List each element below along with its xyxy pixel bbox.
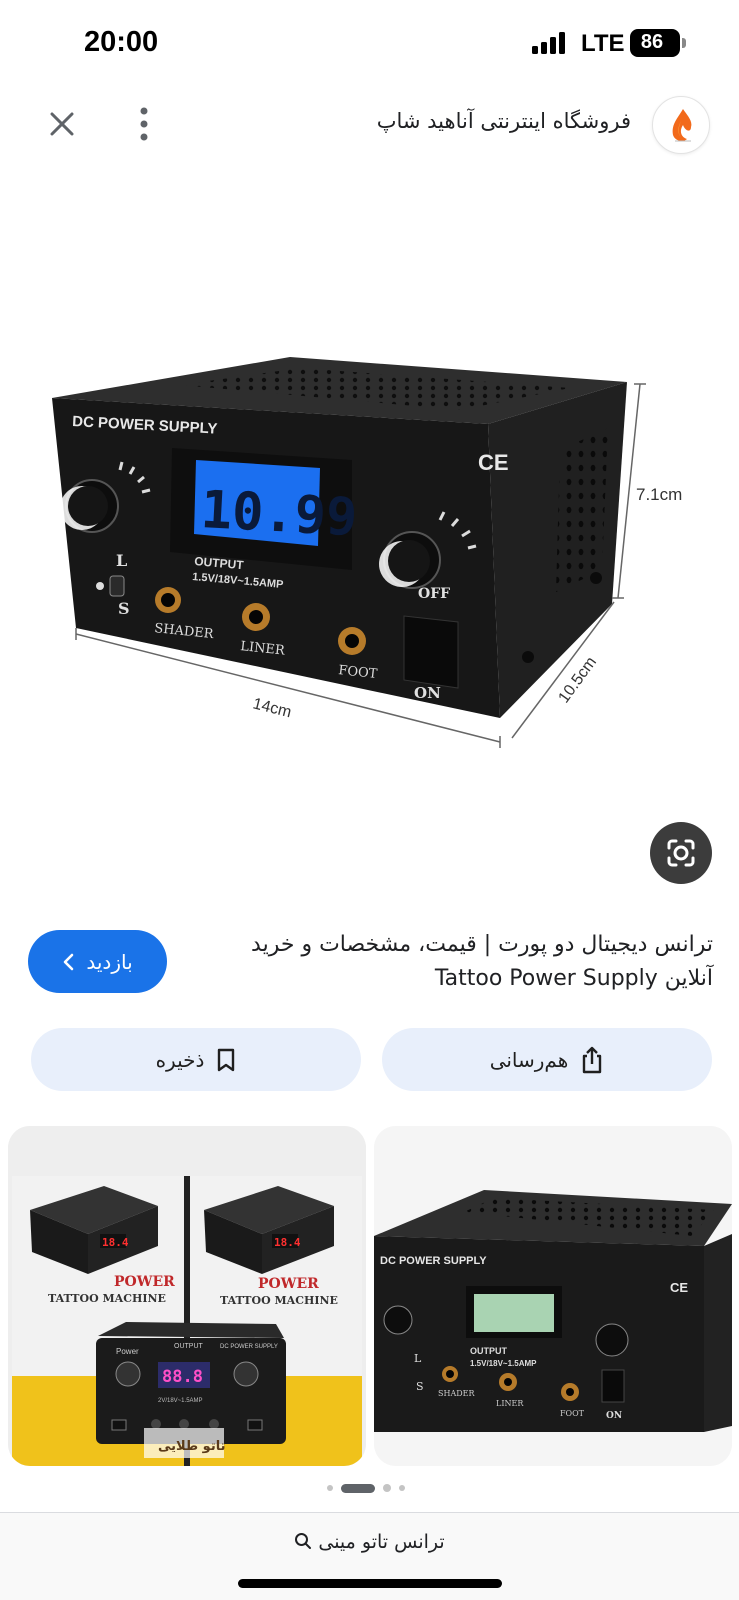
ce-mark: CE [478,450,509,475]
home-indicator[interactable] [238,1579,502,1588]
network-type: LTE [581,30,625,57]
thumb2-ce-mark: CE [670,1280,688,1295]
result-title[interactable]: ترانس دیجیتال دو پورت | قیمت، مشخصات و خ… [233,928,713,996]
dimension-height: 7.1cm [636,485,682,504]
close-icon [50,112,74,136]
power-supply-thumb-image: DC POWER SUPPLY CE OUTPUT 1.5V/18V~1.5AM… [374,1126,732,1466]
power-on-label: ON [414,684,441,702]
display-readout: 10.99 [199,480,358,548]
share-button[interactable]: هم‌رسانی [382,1028,712,1091]
thumb1-front-display: 88.8 [162,1367,203,1387]
clock: 20:00 [84,26,159,58]
device-power-label: Power [116,1347,139,1356]
share-label: هم‌رسانی [489,1047,569,1072]
more-options-button[interactable] [132,104,156,144]
thumb2-output-spec: 1.5V/18V~1.5AMP [470,1359,537,1368]
box-right-subtitle: TATTOO MACHINE [220,1294,338,1307]
thumb1-display-left: 18.4 [102,1236,129,1249]
bookmark-icon [218,1048,235,1071]
power-off-label: OFF [418,586,450,602]
related-image-2[interactable]: DC POWER SUPPLY CE OUTPUT 1.5V/18V~1.5AM… [374,1126,732,1466]
lens-icon [667,839,695,867]
more-vert-icon [140,107,148,141]
related-image-1[interactable]: 18.4 18.4 POWER TATTOO MACHINE POWER TAT… [8,1126,366,1466]
battery-icon: 86 [630,29,680,57]
lens-search-button[interactable] [650,822,712,884]
switch-label-bottom: S [118,599,130,618]
save-button[interactable]: ذخیره [31,1028,361,1091]
thumb2-switch-top: L [414,1352,422,1365]
thumb1-display-right: 18.4 [274,1236,301,1249]
status-bar: 20:00 LTE 86 [0,0,739,90]
power-supply-illustration: DC POWER SUPPLY CE 10.99 OUTPUT 1.5V/18V… [52,357,682,748]
chevron-left-icon [64,953,74,970]
battery-level: 86 [640,31,664,53]
save-label: ذخیره [155,1047,205,1072]
boxed-power-supply-image: 18.4 18.4 POWER TATTOO MACHINE POWER TAT… [8,1126,366,1466]
pagination-dot [327,1485,333,1491]
dimension-width: 14cm [251,695,293,721]
thumb2-output-label: OUTPUT [470,1346,508,1356]
thumb2-port-foot: FOOT [560,1409,585,1418]
thumb2-port-shader: SHADER [438,1389,475,1398]
pagination-dot [383,1484,391,1492]
device-spec-label: 2V/18V~1.5AMP [158,1398,203,1404]
thumb2-brand-label: DC POWER SUPPLY [380,1255,487,1267]
thumb2-port-liner: LINER [496,1399,524,1408]
search-icon [295,1533,312,1549]
result-title-line1: ترانس دیجیتال دو پورت | قیمت، مشخصات و خ… [251,932,713,957]
box-left-subtitle: TATTOO MACHINE [48,1292,166,1305]
box-right-brand: POWER [258,1276,319,1292]
search-query-text: ترانس تاتو مینی [318,1531,445,1553]
dimension-depth: 10.5cm [555,654,600,706]
share-icon [583,1046,602,1073]
thumb2-switch-bottom: S [416,1380,424,1393]
flame-logo-icon [672,109,692,142]
search-query-button[interactable]: ترانس تاتو مینی [0,1531,739,1553]
device-output-label: OUTPUT [174,1343,204,1350]
watermark-text: تاتو طلایی [158,1439,225,1454]
battery-tip [682,38,686,48]
box-left-brand: POWER [114,1274,175,1290]
site-name[interactable]: فروشگاه اینترنتی آناهید شاپ [377,109,631,133]
result-title-line2: آنلاین Tattoo Power Supply [434,966,713,991]
thumb2-power-on: ON [606,1411,622,1421]
visit-button[interactable]: بازدید [28,930,167,993]
carousel-pagination [327,1482,405,1494]
signal-icon [532,32,565,54]
main-product-image[interactable]: DC POWER SUPPLY CE 10.99 OUTPUT 1.5V/18V… [0,300,739,770]
source-header: فروشگاه اینترنتی آناهید شاپ [0,92,739,162]
switch-label-top: L [116,551,127,570]
site-logo[interactable] [652,96,710,154]
pagination-dot-active [341,1483,375,1493]
device-brand-label: DC POWER SUPPLY [220,1344,278,1350]
visit-label: بازدید [86,949,133,974]
close-button[interactable] [44,106,80,142]
pagination-dot [399,1485,405,1491]
